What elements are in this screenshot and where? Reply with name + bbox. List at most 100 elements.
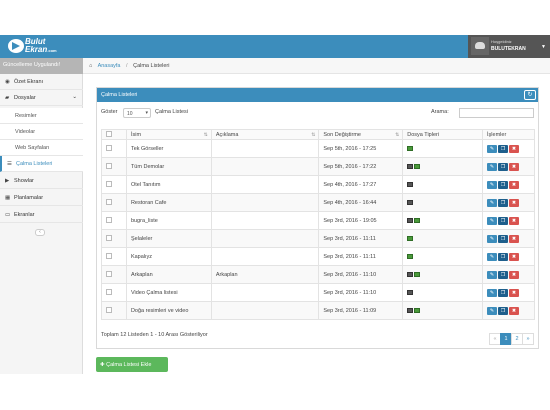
row-file-types xyxy=(402,211,484,230)
edit-button[interactable]: ✎ xyxy=(487,198,498,207)
sort-icon: ⇅ xyxy=(311,132,316,138)
edit-icon: ✎ xyxy=(489,289,495,296)
row-modified: Sep 4th, 2016 - 17:27 xyxy=(318,175,404,194)
delete-button[interactable]: ✖ xyxy=(509,306,520,315)
sidebar-item-schedules[interactable]: ▦ Planlamalar xyxy=(0,190,83,206)
copy-button[interactable]: ❐ xyxy=(498,198,509,207)
row-checkbox[interactable] xyxy=(106,235,112,242)
edit-button[interactable]: ✎ xyxy=(487,144,498,153)
row-checkbox[interactable] xyxy=(106,253,112,260)
trash-icon: ✖ xyxy=(511,181,517,188)
sort-icon: ⇅ xyxy=(395,132,400,138)
sidebar-item-web-pages[interactable]: Web Sayfaları xyxy=(0,140,83,156)
copy-icon: ❐ xyxy=(500,235,506,242)
row-checkbox[interactable] xyxy=(106,163,112,170)
row-description xyxy=(210,283,320,302)
search-label: Arama: xyxy=(431,109,449,115)
row-checkbox[interactable] xyxy=(106,307,112,314)
edit-button[interactable]: ✎ xyxy=(487,252,498,261)
plus-icon: ✚ xyxy=(100,362,105,368)
row-actions: ✎ ❐ ✖ xyxy=(482,175,535,194)
copy-button[interactable]: ❐ xyxy=(498,234,509,243)
row-actions: ✎ ❐ ✖ xyxy=(482,229,535,248)
row-file-types xyxy=(402,175,484,194)
chevron-down-icon: ⌄ xyxy=(72,94,77,100)
table-info: Toplam 12 Listeden 1 - 10 Arası Gösteril… xyxy=(101,332,208,338)
column-header-description[interactable]: Açıklama ⇅ xyxy=(210,129,320,140)
playlists-panel: Çalma Listeleri ↻ Göster 10 ▾ Çalma List… xyxy=(96,87,539,349)
copy-button[interactable]: ❐ xyxy=(498,144,509,153)
table-row: Kapalıyz Sep 3rd, 2016 - 11:11 ✎ ❐ ✖ xyxy=(101,247,535,266)
sidebar-item-files[interactable]: ▰ Dosyalar ⌄ xyxy=(0,90,83,106)
edit-button[interactable]: ✎ xyxy=(487,234,498,243)
page-length-select[interactable]: 10 ▾ xyxy=(123,108,151,118)
delete-button[interactable]: ✖ xyxy=(509,198,520,207)
copy-button[interactable]: ❐ xyxy=(498,252,509,261)
sidebar-item-label: Resimler xyxy=(15,113,37,119)
row-modified: Sep 3rd, 2016 - 19:05 xyxy=(318,211,404,230)
trash-icon: ✖ xyxy=(511,289,517,296)
edit-button[interactable]: ✎ xyxy=(487,306,498,315)
delete-button[interactable]: ✖ xyxy=(509,270,520,279)
pagination-next[interactable]: » xyxy=(522,333,534,345)
copy-icon: ❐ xyxy=(500,289,506,296)
film-icon xyxy=(407,199,414,205)
column-header-file-types: Dosya Tipleri xyxy=(402,129,484,140)
brand-logo[interactable]: Bulut Ekran.com xyxy=(8,37,78,56)
sidebar-item-screens[interactable]: ▭ Ekranlar xyxy=(0,207,83,223)
select-all-cell xyxy=(101,129,127,140)
row-checkbox[interactable] xyxy=(106,181,112,188)
copy-button[interactable]: ❐ xyxy=(498,270,509,279)
row-checkbox[interactable] xyxy=(106,145,112,152)
delete-button[interactable]: ✖ xyxy=(509,234,520,243)
sidebar: Güncelleme Uygulandı! ◉ Özet Ekranı ▰ Dosy… xyxy=(0,58,83,374)
sidebar-item-shows[interactable]: ▶ Showlar xyxy=(0,173,83,189)
table-row: Restoran Cafe Sep 4th, 2016 - 16:44 ✎ ❐ ✖ xyxy=(101,193,535,212)
row-modified: Sep 5th, 2016 - 17:22 xyxy=(318,157,404,176)
copy-button[interactable]: ❐ xyxy=(498,180,509,189)
copy-button[interactable]: ❐ xyxy=(498,216,509,225)
delete-button[interactable]: ✖ xyxy=(509,216,520,225)
table-row: Doğa resimleri ve video Sep 3rd, 2016 - 1… xyxy=(101,301,535,320)
refresh-button[interactable]: ↻ xyxy=(524,90,536,100)
sidebar-item-images[interactable]: Resimler xyxy=(0,108,83,124)
breadcrumb-home-link[interactable]: Anasayfa xyxy=(98,63,121,69)
row-select-cell xyxy=(101,301,127,320)
copy-button[interactable]: ❐ xyxy=(498,306,509,315)
sidebar-collapse-button[interactable]: ‹ xyxy=(35,229,45,236)
row-checkbox[interactable] xyxy=(106,289,112,296)
update-label: Güncelleme Uygulandı! xyxy=(3,62,61,68)
delete-button[interactable]: ✖ xyxy=(509,252,520,261)
edit-button[interactable]: ✎ xyxy=(487,162,498,171)
sidebar-item-playlists[interactable]: ☰ Çalma Listeleri xyxy=(0,156,83,172)
copy-button[interactable]: ❐ xyxy=(498,162,509,171)
delete-button[interactable]: ✖ xyxy=(509,288,520,297)
copy-button[interactable]: ❐ xyxy=(498,288,509,297)
user-menu[interactable]: Hoşgeldiniz BULUTEKRAN ▼ xyxy=(468,35,550,58)
row-name: Doğa resimleri ve video xyxy=(125,301,212,320)
image-icon xyxy=(407,253,414,259)
table-row: Şelaleler Sep 3rd, 2016 - 11:11 ✎ ❐ ✖ xyxy=(101,229,535,248)
edit-button[interactable]: ✎ xyxy=(487,216,498,225)
select-all-checkbox[interactable] xyxy=(106,131,112,138)
delete-button[interactable]: ✖ xyxy=(509,180,520,189)
add-playlist-button[interactable]: ✚ Çalma Listesi Ekle xyxy=(96,357,168,372)
edit-button[interactable]: ✎ xyxy=(487,180,498,189)
column-header-modified[interactable]: Son Değiştirme ⇅ xyxy=(318,129,404,140)
edit-button[interactable]: ✎ xyxy=(487,270,498,279)
table-row: Tek Görseller Sep 5th, 2016 - 17:25 ✎ ❐ ✖ xyxy=(101,139,535,158)
column-header-name[interactable]: İsim ⇅ xyxy=(125,129,212,140)
row-checkbox[interactable] xyxy=(106,217,112,224)
delete-button[interactable]: ✖ xyxy=(509,144,520,153)
sidebar-item-dashboard[interactable]: ◉ Özet Ekranı xyxy=(0,74,83,90)
row-checkbox[interactable] xyxy=(106,271,112,278)
dashboard-icon: ◉ xyxy=(5,79,10,85)
row-checkbox[interactable] xyxy=(106,199,112,206)
sidebar-item-videos[interactable]: Videolar xyxy=(0,124,83,140)
playlists-table: İsim ⇅ Açıklama ⇅ Son Değiştirme ⇅ Dosya Ti… xyxy=(101,129,535,320)
edit-button[interactable]: ✎ xyxy=(487,288,498,297)
search-input[interactable] xyxy=(459,108,534,118)
sidebar-item-label: Ekranlar xyxy=(14,212,35,218)
delete-button[interactable]: ✖ xyxy=(509,162,520,171)
edit-icon: ✎ xyxy=(489,181,495,188)
